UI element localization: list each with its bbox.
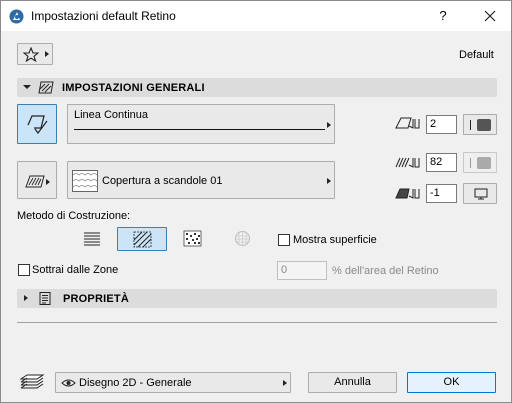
fill-selector[interactable]: Copertura a scandole 01 <box>67 161 335 199</box>
properties-section-header[interactable]: PROPRIETÀ <box>17 289 497 308</box>
close-icon[interactable] <box>479 7 501 25</box>
construction-method-hatch-icon <box>133 231 152 248</box>
layer-value: Disegno 2D - Generale <box>79 377 192 389</box>
bg-pen-input[interactable]: -1 <box>426 184 457 203</box>
general-section-header[interactable]: IMPOSTAZIONI GENERALI <box>17 78 497 97</box>
fill-pen-input[interactable]: 82 <box>426 153 457 172</box>
construction-method-label: Metodo di Costruzione: <box>17 210 131 222</box>
subtract-percent-suffix: % dell'area del Retino <box>332 265 439 277</box>
favorites-button[interactable] <box>17 43 53 65</box>
construction-method-hatch-button[interactable] <box>117 227 167 251</box>
ok-button[interactable]: OK <box>407 372 496 393</box>
subtract-zones-label: Sottrai dalle Zone <box>32 264 119 276</box>
line-pen-icon <box>395 117 420 129</box>
pen-separator <box>470 120 471 130</box>
chevron-down-icon <box>23 85 31 89</box>
general-section-title: IMPOSTAZIONI GENERALI <box>62 82 205 94</box>
pen-color-swatch <box>477 119 491 131</box>
fill-tool-icon <box>27 115 48 134</box>
bg-pen-icon <box>395 188 420 199</box>
cancel-button-label: Annulla <box>334 376 371 388</box>
dialog-window: Impostazioni default Retino ? Default IM… <box>0 0 512 403</box>
line-preview <box>74 129 325 130</box>
fill-value: Copertura a scandole 01 <box>102 175 223 187</box>
subtract-zones-checkbox[interactable] <box>18 264 30 276</box>
subtract-percent-input: 0 <box>277 261 327 280</box>
pen-color-swatch <box>477 157 491 169</box>
fill-category-icon <box>25 175 50 188</box>
fill-section-icon <box>38 81 54 94</box>
star-icon <box>23 47 39 62</box>
document-icon <box>39 292 51 305</box>
title-bar: Impostazioni default Retino ? <box>1 1 511 31</box>
bg-pen-color-button[interactable] <box>463 183 497 204</box>
chevron-right-icon <box>24 295 28 301</box>
chevron-right-icon <box>283 380 287 386</box>
fill-category-button[interactable] <box>17 161 57 199</box>
fill-pattern-swatch-icon <box>72 170 98 192</box>
fill-tool-button[interactable] <box>17 104 57 144</box>
preset-label: Default <box>459 49 494 61</box>
ok-button-label: OK <box>443 376 460 388</box>
construction-method-lines-icon[interactable] <box>83 231 101 247</box>
line-pen-input[interactable]: 2 <box>426 115 457 134</box>
construction-method-pattern-icon[interactable] <box>183 230 202 247</box>
properties-section-title: PROPRIETÀ <box>63 293 129 305</box>
fill-pen-icon <box>395 157 420 168</box>
archicad-logo-icon <box>9 9 24 24</box>
line-pen-color-button[interactable] <box>463 114 497 135</box>
eye-icon <box>61 379 76 387</box>
monitor-icon <box>474 188 488 200</box>
fill-pen-color-button <box>463 152 497 173</box>
chevron-right-icon <box>327 178 331 184</box>
pen-separator <box>470 158 471 168</box>
window-title: Impostazioni default Retino <box>31 9 176 23</box>
show-surface-checkbox[interactable] <box>278 234 290 246</box>
chevron-right-icon <box>45 51 49 57</box>
layer-selector[interactable]: Disegno 2D - Generale <box>55 372 291 393</box>
help-button[interactable]: ? <box>435 8 451 23</box>
chevron-right-icon <box>327 122 331 128</box>
construction-method-symbol-icon <box>235 231 250 246</box>
cancel-button[interactable]: Annulla <box>308 372 397 393</box>
layer-icon <box>19 374 45 389</box>
line-type-selector[interactable]: Linea Continua <box>67 104 335 144</box>
line-type-value: Linea Continua <box>74 109 149 121</box>
divider <box>17 322 497 323</box>
show-surface-label: Mostra superficie <box>293 234 377 246</box>
